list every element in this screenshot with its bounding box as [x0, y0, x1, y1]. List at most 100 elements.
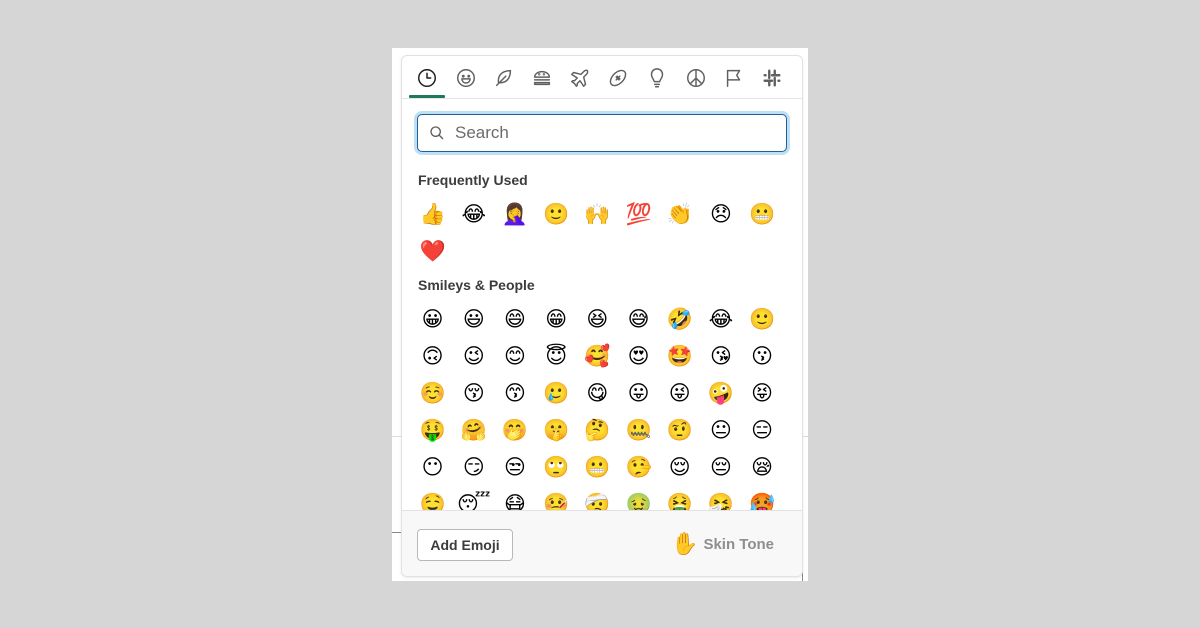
emoji-button[interactable]: 😍 — [618, 338, 659, 375]
tab-travel[interactable] — [562, 60, 598, 96]
emoji-button[interactable]: ☺️ — [412, 375, 453, 412]
emoji-list[interactable]: Frequently Used 👍 😂 🤦‍♀️ 🙂 🙌 💯 👏 😞 😬 ❤️ Smileys &… — [402, 160, 802, 510]
emoji-button[interactable]: 😀 — [412, 301, 453, 338]
smiley-icon — [457, 69, 475, 87]
emoji-button[interactable]: 😋 — [577, 375, 618, 412]
emoji-picker: Frequently Used 👍😂🤦‍♀️🙂🙌💯👏😞😬❤️ Smileys &… — [401, 55, 803, 577]
tab-nature[interactable] — [486, 60, 522, 96]
flag-icon — [726, 69, 741, 87]
clock-icon — [418, 69, 436, 87]
active-tab-indicator — [409, 95, 445, 98]
section-title-frequently-used: Frequently Used — [418, 172, 528, 188]
emoji-button[interactable]: 😚 — [453, 375, 494, 412]
airplane-icon — [571, 69, 589, 87]
tab-objects[interactable] — [639, 60, 675, 96]
emoji-button[interactable]: 😂 — [453, 196, 494, 233]
tab-smileys[interactable] — [448, 60, 484, 96]
emoji-button[interactable]: 😶 — [412, 449, 453, 486]
emoji-button[interactable]: 😏 — [453, 449, 494, 486]
tab-custom[interactable] — [754, 60, 790, 96]
category-tabs — [402, 56, 802, 99]
emoji-button[interactable]: 😴 — [453, 486, 494, 511]
emoji-button[interactable]: 🤫 — [536, 412, 577, 449]
emoji-button[interactable]: 😔 — [700, 449, 741, 486]
emoji-button[interactable]: 🤩 — [659, 338, 700, 375]
emoji-button[interactable]: 😬 — [577, 449, 618, 486]
emoji-button[interactable]: 😬 — [742, 196, 783, 233]
emoji-button[interactable]: 😪 — [742, 449, 783, 486]
tab-recent[interactable] — [409, 60, 445, 96]
search-input[interactable] — [453, 122, 757, 144]
tab-flags[interactable] — [716, 60, 752, 96]
search-icon — [430, 126, 444, 140]
emoji-grid-smileys-people: 😀 😃 😄 😁 😆 😅 🤣 😂 🙂 🙃 😉 😊 😇 🥰 😍 🤩 😘 😗 ☺️ 😚 😙 🥲 😋 😛 😜 🤪 😝 🤑 🤗 🤭 🤫 🤔 🤐 🤨 😐 😑 😶 😏 😒… — [412, 301, 792, 511]
emoji-button[interactable]: 😜 — [659, 375, 700, 412]
emoji-button[interactable]: 🤭 — [494, 412, 535, 449]
emoji-button[interactable]: ❤️ — [412, 233, 453, 270]
emoji-button[interactable]: 😙 — [494, 375, 535, 412]
emoji-button[interactable]: 😆 — [577, 301, 618, 338]
emoji-button[interactable]: 👏 — [659, 196, 700, 233]
leaf-icon — [495, 69, 512, 87]
emoji-button[interactable]: 👍 — [412, 196, 453, 233]
emoji-button[interactable]: 🥵 — [742, 486, 783, 511]
emoji-button[interactable]: 🙌 — [577, 196, 618, 233]
tab-activities[interactable] — [600, 60, 636, 96]
emoji-button[interactable]: 🤗 — [453, 412, 494, 449]
burger-icon — [533, 70, 551, 86]
emoji-button[interactable]: 😁 — [536, 301, 577, 338]
skin-tone-button[interactable]: ✋ Skin Tone — [671, 531, 774, 557]
emoji-button[interactable]: 🤤 — [412, 486, 453, 511]
emoji-button[interactable]: 😊 — [494, 338, 535, 375]
emoji-button[interactable]: 🤢 — [618, 486, 659, 511]
emoji-button[interactable]: 😅 — [618, 301, 659, 338]
emoji-button[interactable]: 😘 — [700, 338, 741, 375]
emoji-button[interactable]: 🥰 — [577, 338, 618, 375]
picker-footer: Add Emoji ✋ Skin Tone — [402, 510, 802, 576]
emoji-button[interactable]: 🤕 — [577, 486, 618, 511]
emoji-button[interactable]: 😇 — [536, 338, 577, 375]
emoji-button[interactable]: 😑 — [742, 412, 783, 449]
emoji-button[interactable]: 😃 — [453, 301, 494, 338]
emoji-button[interactable]: 🤔 — [577, 412, 618, 449]
emoji-button[interactable]: 🤣 — [659, 301, 700, 338]
emoji-button[interactable]: 🤐 — [618, 412, 659, 449]
tab-symbols[interactable] — [678, 60, 714, 96]
emoji-button[interactable]: 🙂 — [536, 196, 577, 233]
emoji-button[interactable]: 😂 — [700, 301, 741, 338]
emoji-button[interactable]: 🤮 — [659, 486, 700, 511]
emoji-button[interactable]: 😛 — [618, 375, 659, 412]
emoji-button[interactable]: 😗 — [742, 338, 783, 375]
emoji-button[interactable]: 🤒 — [536, 486, 577, 511]
football-icon — [609, 69, 627, 87]
lightbulb-icon — [650, 68, 664, 88]
emoji-button[interactable]: 😉 — [453, 338, 494, 375]
emoji-button[interactable]: 😷 — [494, 486, 535, 511]
emoji-button[interactable]: 🙂 — [742, 301, 783, 338]
emoji-button[interactable]: 💯 — [618, 196, 659, 233]
emoji-button[interactable]: 🤥 — [618, 449, 659, 486]
emoji-button[interactable]: 😝 — [742, 375, 783, 412]
emoji-button[interactable]: 🤨 — [659, 412, 700, 449]
emoji-button[interactable]: 😌 — [659, 449, 700, 486]
add-emoji-button[interactable]: Add Emoji — [417, 529, 513, 561]
emoji-button[interactable]: 🤪 — [700, 375, 741, 412]
emoji-button[interactable]: 🤦‍♀️ — [494, 196, 535, 233]
section-title-smileys-people: Smileys & People — [418, 277, 535, 293]
emoji-button[interactable]: 🥲 — [536, 375, 577, 412]
emoji-button[interactable]: 🙃 — [412, 338, 453, 375]
emoji-grid-frequently-used: 👍 😂 🤦‍♀️ 🙂 🙌 💯 👏 😞 😬 ❤️ — [412, 196, 792, 270]
peace-icon — [687, 69, 705, 87]
emoji-button[interactable]: 😞 — [700, 196, 741, 233]
tab-food[interactable] — [524, 60, 560, 96]
emoji-button[interactable]: 🙄 — [536, 449, 577, 486]
emoji-button[interactable]: 😒 — [494, 449, 535, 486]
search-field[interactable] — [417, 114, 787, 152]
slack-icon — [763, 69, 781, 87]
emoji-button[interactable]: 🤑 — [412, 412, 453, 449]
emoji-button[interactable]: 😐 — [700, 412, 741, 449]
emoji-button[interactable]: 😄 — [494, 301, 535, 338]
emoji-button[interactable]: 🤧 — [700, 486, 741, 511]
skin-tone-label: Skin Tone — [703, 535, 774, 553]
raised-hand-icon: ✋ — [671, 531, 699, 556]
